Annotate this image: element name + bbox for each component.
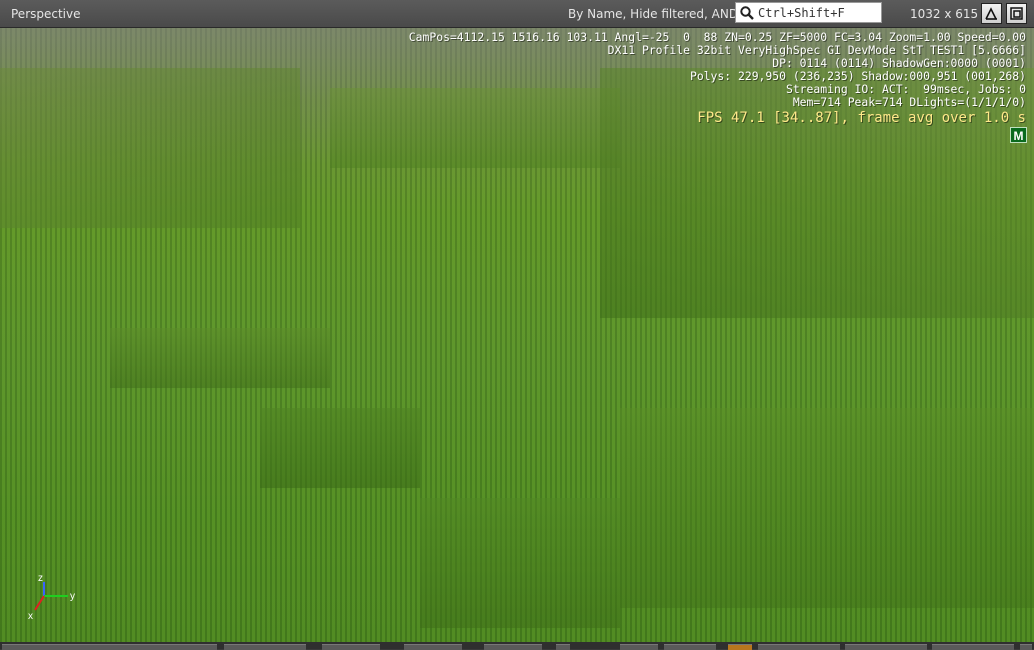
3d-viewport[interactable]: CamPos=4112.15 1516.16 103.11 Angl=-25 0… [0,28,1034,642]
maximize-icon [1010,7,1023,20]
resolution-label: 1032 x 615 [910,7,979,21]
search-input[interactable] [758,4,878,21]
status-segment[interactable] [845,644,927,650]
axis-z-label: z [38,573,43,584]
terrain-terrace [260,408,420,488]
axis-y-label: y [70,591,75,602]
status-segment[interactable] [728,644,752,650]
axis-gizmo-icon [34,582,68,611]
status-segment[interactable] [224,644,306,650]
snap-icon [985,7,997,20]
terrain-terrace [0,68,300,228]
m-badge: M [1010,127,1027,143]
snap-button[interactable] [981,3,1002,24]
debug-hud: CamPos=4112.15 1516.16 103.11 Angl=-25 0… [409,31,1026,127]
status-segment[interactable] [2,644,217,650]
status-segment[interactable] [664,644,716,650]
status-segment[interactable] [758,644,840,650]
search-box[interactable] [735,2,882,23]
status-segment[interactable] [932,644,1014,650]
status-segment[interactable] [1020,644,1032,650]
status-segment[interactable] [620,644,658,650]
viewport-title[interactable]: Perspective [11,7,81,21]
search-icon [740,6,754,20]
axis-x-label: x [28,611,33,622]
status-segment[interactable] [556,644,570,650]
hud-memory-line: Mem=714 Peak=714 DLights=(1/1/1/0) [792,95,1026,109]
viewport-toolbar: Perspective By Name, Hide filtered, AND … [0,0,1034,28]
status-segment[interactable] [484,644,542,650]
axis-gizmo: z y x [26,572,86,628]
filter-mode-label[interactable]: By Name, Hide filtered, AND [568,7,738,21]
terrain-terrace [620,408,1034,608]
status-bar [0,642,1034,650]
status-segment[interactable] [404,644,462,650]
terrain-terrace [110,328,330,388]
terrain-terrace [420,498,620,628]
hud-fps-line: FPS 47.1 [34..87], frame avg over 1.0 s [697,110,1026,126]
maximize-button[interactable] [1006,3,1027,24]
status-segment[interactable] [322,644,380,650]
